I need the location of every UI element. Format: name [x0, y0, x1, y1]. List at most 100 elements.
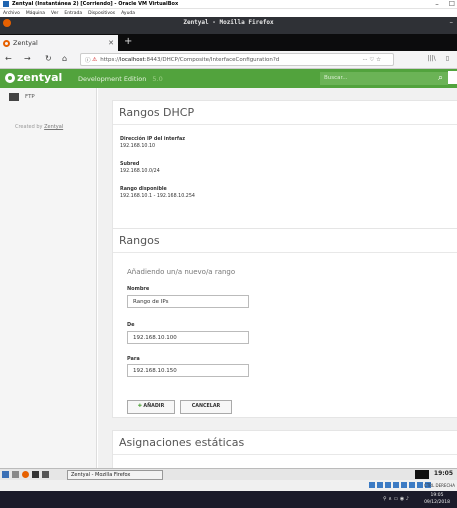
usb-icon[interactable] [401, 482, 407, 488]
virtualbox-menubar: Archivo Máquina Ver Entrada Dispositivos… [0, 9, 457, 17]
url-bar[interactable]: ⓘ ⚠ https://localhost:8443/DHCP/Composit… [80, 53, 394, 66]
tab-label: Zentyal [13, 39, 38, 47]
host-date: 09/12/2018 [424, 500, 450, 505]
field-label: Subred [120, 162, 140, 167]
add-button[interactable]: ✚ AÑADIR [127, 400, 175, 414]
available-range-field: Rango disponible 192.168.10.1 - 192.168.… [120, 187, 195, 199]
file-manager-icon[interactable] [12, 471, 19, 478]
taskbar-firefox-task[interactable]: Zentyal - Mozilla Firefox [67, 470, 163, 480]
home-icon[interactable]: ⌂ [62, 54, 67, 63]
terminal-icon[interactable] [32, 471, 39, 478]
host-tray-icons[interactable]: ⚲ ∧ ▭ ◉ ♪ [383, 496, 409, 502]
display-icon[interactable] [417, 482, 423, 488]
zentyal-logo-text: zentyal [17, 71, 63, 84]
tab-zentyal[interactable]: Zentyal ✕ [0, 35, 118, 51]
zentyal-favicon-icon [3, 39, 10, 47]
add-button-label: AÑADIR [143, 404, 165, 409]
tray-block [415, 470, 429, 479]
url-path: :8443/DHCP/Composite/InterfaceConfigurat… [144, 56, 280, 63]
show-desktop-icon[interactable] [2, 471, 9, 478]
back-icon[interactable]: ← [5, 54, 12, 63]
menu-ayuda[interactable]: Ayuda [121, 11, 135, 16]
main-content: Rangos DHCP Dirección IP del interfaz 19… [98, 88, 457, 468]
virtualbox-statusbar: CTRL DERECHA [0, 480, 457, 491]
menu-entrada[interactable]: Entrada [64, 11, 82, 16]
created-by-text: Created by [15, 124, 45, 130]
field-value: 192.168.10.0/24 [120, 169, 160, 174]
ftp-icon [9, 93, 19, 101]
menu-maquina[interactable]: Máquina [26, 11, 45, 16]
library-icon[interactable]: |||\ [428, 55, 436, 62]
sidebar-item-ftp[interactable]: FTP [9, 93, 35, 101]
to-input[interactable]: 192.168.10.150 [127, 364, 249, 377]
host-time: 19:05 [430, 493, 444, 498]
host-taskbar: ⚲ ∧ ▭ ◉ ♪ 19:05 09/12/2018 [0, 491, 457, 508]
forward-icon[interactable]: → [24, 54, 31, 63]
url-host: localhost [119, 56, 145, 63]
from-input[interactable]: 192.168.10.100 [127, 331, 249, 344]
sidebar-item-label: FTP [25, 94, 35, 100]
search-placeholder: Buscar... [324, 75, 348, 81]
field-value: 192.168.10.10 [120, 144, 156, 149]
url-actions[interactable]: ··· ♡ ☆ [362, 57, 381, 63]
close-tab-icon[interactable]: ✕ [108, 39, 114, 47]
version-text: 5.0 [152, 75, 163, 83]
audio-icon[interactable] [385, 482, 391, 488]
ranges-title: Rangos [113, 229, 457, 253]
shared-folder-icon[interactable] [409, 482, 415, 488]
minimize-icon[interactable]: – [435, 0, 439, 9]
firefox-window-title: Zentyal - Mozilla Firefox [183, 19, 274, 26]
interface-ip-field: Dirección IP del interfaz 192.168.10.10 [120, 137, 185, 149]
virtualbox-icon [3, 1, 9, 7]
sidebar-toggle-icon[interactable]: ▯ [446, 55, 449, 62]
firefox-titlebar: Zentyal - Mozilla Firefox – [0, 17, 457, 34]
url-prefix: https:// [100, 56, 120, 63]
created-by: Created by Zentyal [15, 124, 63, 130]
dhcp-ranges-card: Rangos DHCP Dirección IP del interfaz 19… [112, 100, 457, 230]
firefox-minimize-icon[interactable]: – [450, 18, 454, 26]
to-label: Para [127, 356, 140, 362]
field-label: Rango disponible [120, 187, 167, 192]
app-icon[interactable] [42, 471, 49, 478]
info-icon[interactable]: ⓘ [85, 56, 91, 64]
tab-strip: Zentyal ✕ + [0, 34, 457, 51]
from-label: De [127, 322, 135, 328]
sidebar: FTP Created by Zentyal [0, 88, 97, 468]
edition-text: Development Edition [78, 75, 147, 83]
subnet-field: Subred 192.168.10.0/24 [120, 162, 160, 174]
name-label: Nombre [127, 286, 150, 292]
navigation-bar: ← → ↻ ⌂ ⓘ ⚠ https://localhost:8443/DHCP/… [0, 51, 457, 69]
field-label: Dirección IP del interfaz [120, 137, 186, 142]
virtualbox-titlebar: Zentyal (Instantánea 2) [Corriendo] - Or… [0, 0, 457, 9]
maximize-icon[interactable]: ☐ [449, 0, 455, 9]
search-input[interactable]: Buscar... ⌕ [320, 72, 448, 85]
virtualbox-title: Zentyal (Instantánea 2) [Corriendo] - Or… [12, 1, 179, 7]
new-tab-button[interactable]: + [124, 36, 132, 47]
zentyal-link[interactable]: Zentyal [44, 124, 63, 130]
lock-warning-icon[interactable]: ⚠ [92, 57, 97, 63]
firefox-launcher-icon[interactable] [22, 471, 29, 478]
menu-ver[interactable]: Ver [51, 11, 58, 16]
plus-icon: ✚ [137, 404, 142, 409]
static-assignments-card: Asignaciones estáticas [112, 430, 457, 468]
hdd-icon[interactable] [369, 482, 375, 488]
guest-taskbar: Zentyal - Mozilla Firefox 19:05 [0, 468, 457, 480]
menu-dispositivos[interactable]: Dispositivos [88, 11, 115, 16]
dhcp-ranges-title: Rangos DHCP [113, 101, 457, 125]
host-clock: 19:05 09/12/2018 [424, 492, 450, 506]
zentyal-header: zentyal Development Edition 5.0 Buscar..… [0, 69, 457, 88]
search-icon[interactable]: ⌕ [438, 72, 443, 85]
guest-clock: 19:05 [433, 470, 453, 477]
logout-button[interactable] [448, 71, 457, 84]
name-input[interactable]: Rango de IPs [127, 295, 249, 308]
optical-icon[interactable] [377, 482, 383, 488]
cancel-button[interactable]: CANCELAR [180, 400, 232, 414]
field-value: 192.168.10.1 - 192.168.10.254 [120, 194, 195, 199]
network-icon[interactable] [393, 482, 399, 488]
reload-icon[interactable]: ↻ [45, 54, 52, 63]
zentyal-logo[interactable]: zentyal [5, 71, 62, 84]
menu-archivo[interactable]: Archivo [3, 11, 20, 16]
zentyal-logo-icon [5, 72, 15, 83]
adding-range-subtitle: Añadiendo un/a nuevo/a rango [127, 268, 236, 276]
host-key: CTRL DERECHA [424, 483, 455, 488]
